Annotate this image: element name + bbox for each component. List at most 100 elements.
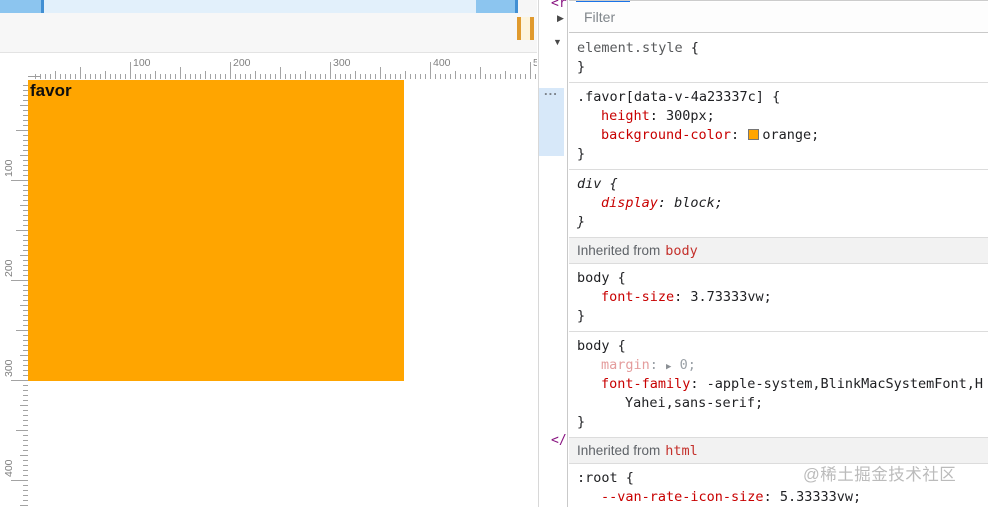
css-token: -apple-system,BlinkMacSystemFont,H xyxy=(706,376,984,392)
h-ruler-tick xyxy=(85,74,86,79)
node-link[interactable]: html xyxy=(660,443,698,459)
page-viewport: 100 200 300 400 500 100 200 300 400 favor xyxy=(0,0,537,507)
h-ruler-tick xyxy=(225,74,226,79)
css-token: :root { xyxy=(577,470,634,486)
tree-collapse-icon[interactable]: ▼ xyxy=(553,37,562,47)
v-ruler-tick xyxy=(20,105,28,106)
v-ruler-tick xyxy=(20,405,28,406)
h-ruler-tick xyxy=(90,74,91,79)
watermark: @稀土掘金技术社区 xyxy=(803,466,957,484)
v-ruler-tick xyxy=(23,470,28,471)
h-ruler-tick xyxy=(475,74,476,79)
css-line[interactable]: height: 300px; xyxy=(569,107,988,126)
h-ruler-tick xyxy=(515,74,516,79)
node-link[interactable]: body xyxy=(660,243,698,259)
css-line[interactable]: } xyxy=(569,213,988,232)
h-ruler-tick xyxy=(105,71,106,79)
favor-element[interactable]: favor xyxy=(28,80,404,381)
css-line[interactable]: element.style { xyxy=(569,39,988,58)
dom-closing-tag[interactable]: </ xyxy=(551,433,567,448)
v-ruler-tick xyxy=(23,435,28,436)
css-line[interactable]: background-color: orange; xyxy=(569,126,988,145)
dom-open-tag[interactable]: <r xyxy=(551,0,567,11)
css-token: div { xyxy=(577,176,618,192)
css-line[interactable]: font-size: 3.73333vw; xyxy=(569,288,988,307)
css-rule: body {font-size: 3.73333vw;} xyxy=(569,264,988,332)
v-ruler-tick xyxy=(23,475,28,476)
css-line[interactable]: --van-rate-icon-size: 5.33333vw; xyxy=(569,488,988,507)
v-ruler-tick xyxy=(20,455,28,456)
v-ruler-tick xyxy=(23,385,28,386)
h-ruler-tick xyxy=(485,74,486,79)
h-ruler-tick xyxy=(200,74,201,79)
css-token: display xyxy=(601,195,658,211)
h-ruler-tick xyxy=(175,74,176,79)
h-ruler-tick xyxy=(160,74,161,79)
h-ruler-tick xyxy=(230,62,231,79)
h-ruler-tick xyxy=(265,74,266,79)
css-line[interactable]: .favor[data-v-4a23337c] { xyxy=(569,88,988,107)
css-token: 5.33333vw; xyxy=(779,489,862,505)
css-line[interactable]: font-family: -apple-system,BlinkMacSyste… xyxy=(569,375,988,394)
h-ruler-tick xyxy=(170,74,171,79)
filter-input[interactable]: Filter xyxy=(569,2,988,25)
v-ruler-label: 300 xyxy=(3,359,15,377)
css-token: : xyxy=(649,357,667,373)
v-ruler-tick xyxy=(23,395,28,396)
css-line[interactable]: Yahei,sans-serif; xyxy=(569,394,988,413)
v-ruler-tick xyxy=(23,450,28,451)
h-ruler-tick xyxy=(340,74,341,79)
h-ruler-tick xyxy=(520,74,521,79)
css-line[interactable]: body { xyxy=(569,269,988,288)
h-ruler-tick xyxy=(140,74,141,79)
h-ruler-label: 300 xyxy=(333,57,351,69)
css-line[interactable]: display: block; xyxy=(569,194,988,213)
h-ruler-tick xyxy=(60,74,61,79)
h-ruler-tick xyxy=(425,74,426,79)
css-line[interactable]: div { xyxy=(569,175,988,194)
h-ruler-tick xyxy=(370,74,371,79)
h-ruler-tick xyxy=(525,74,526,79)
css-rules-list: element.style {} .favor[data-v-4a23337c] … xyxy=(569,34,988,507)
css-token: Yahei,sans-serif; xyxy=(625,395,764,411)
h-ruler-tick xyxy=(120,74,121,79)
strip-corner xyxy=(518,0,537,13)
css-line[interactable]: body { xyxy=(569,337,988,356)
h-ruler-tick xyxy=(270,74,271,79)
h-ruler-tick xyxy=(325,74,326,79)
inherited-from-label: Inherited from xyxy=(577,243,661,258)
h-ruler-tick xyxy=(155,71,156,79)
h-ruler-tick xyxy=(180,67,181,79)
v-ruler-tick xyxy=(20,355,28,356)
v-ruler-tick xyxy=(23,490,28,491)
css-line[interactable]: } xyxy=(569,145,988,164)
h-ruler-tick xyxy=(130,62,131,79)
css-line[interactable]: } xyxy=(569,307,988,326)
h-ruler-tick xyxy=(395,74,396,79)
h-ruler-tick xyxy=(360,74,361,79)
v-ruler-tick xyxy=(23,445,28,446)
color-swatch[interactable] xyxy=(748,129,760,140)
css-line[interactable]: } xyxy=(569,413,988,432)
h-ruler-tick xyxy=(55,71,56,79)
h-ruler-tick xyxy=(315,74,316,79)
browser-strip-segment xyxy=(476,0,515,13)
text-cursor-mark xyxy=(530,17,534,40)
css-line[interactable]: } xyxy=(569,58,988,77)
h-ruler-tick xyxy=(210,74,211,79)
h-ruler-tick xyxy=(380,67,381,79)
v-ruler-tick xyxy=(16,430,28,431)
h-ruler-tick xyxy=(465,74,466,79)
h-ruler-tick xyxy=(190,74,191,79)
selected-dom-node[interactable]: ... xyxy=(539,83,564,156)
css-token: font-family xyxy=(601,376,691,392)
css-token: : xyxy=(649,108,667,124)
css-token: : xyxy=(674,289,691,305)
styles-filter-bar: Filter xyxy=(569,2,988,33)
more-actions-icon[interactable]: ... xyxy=(544,83,558,98)
h-ruler-tick xyxy=(280,67,281,79)
tree-expand-icon[interactable]: ▶ xyxy=(557,13,564,24)
css-token: } xyxy=(577,414,586,430)
css-line[interactable]: margin: ▶ 0; xyxy=(569,356,988,375)
h-ruler-tick xyxy=(290,74,291,79)
